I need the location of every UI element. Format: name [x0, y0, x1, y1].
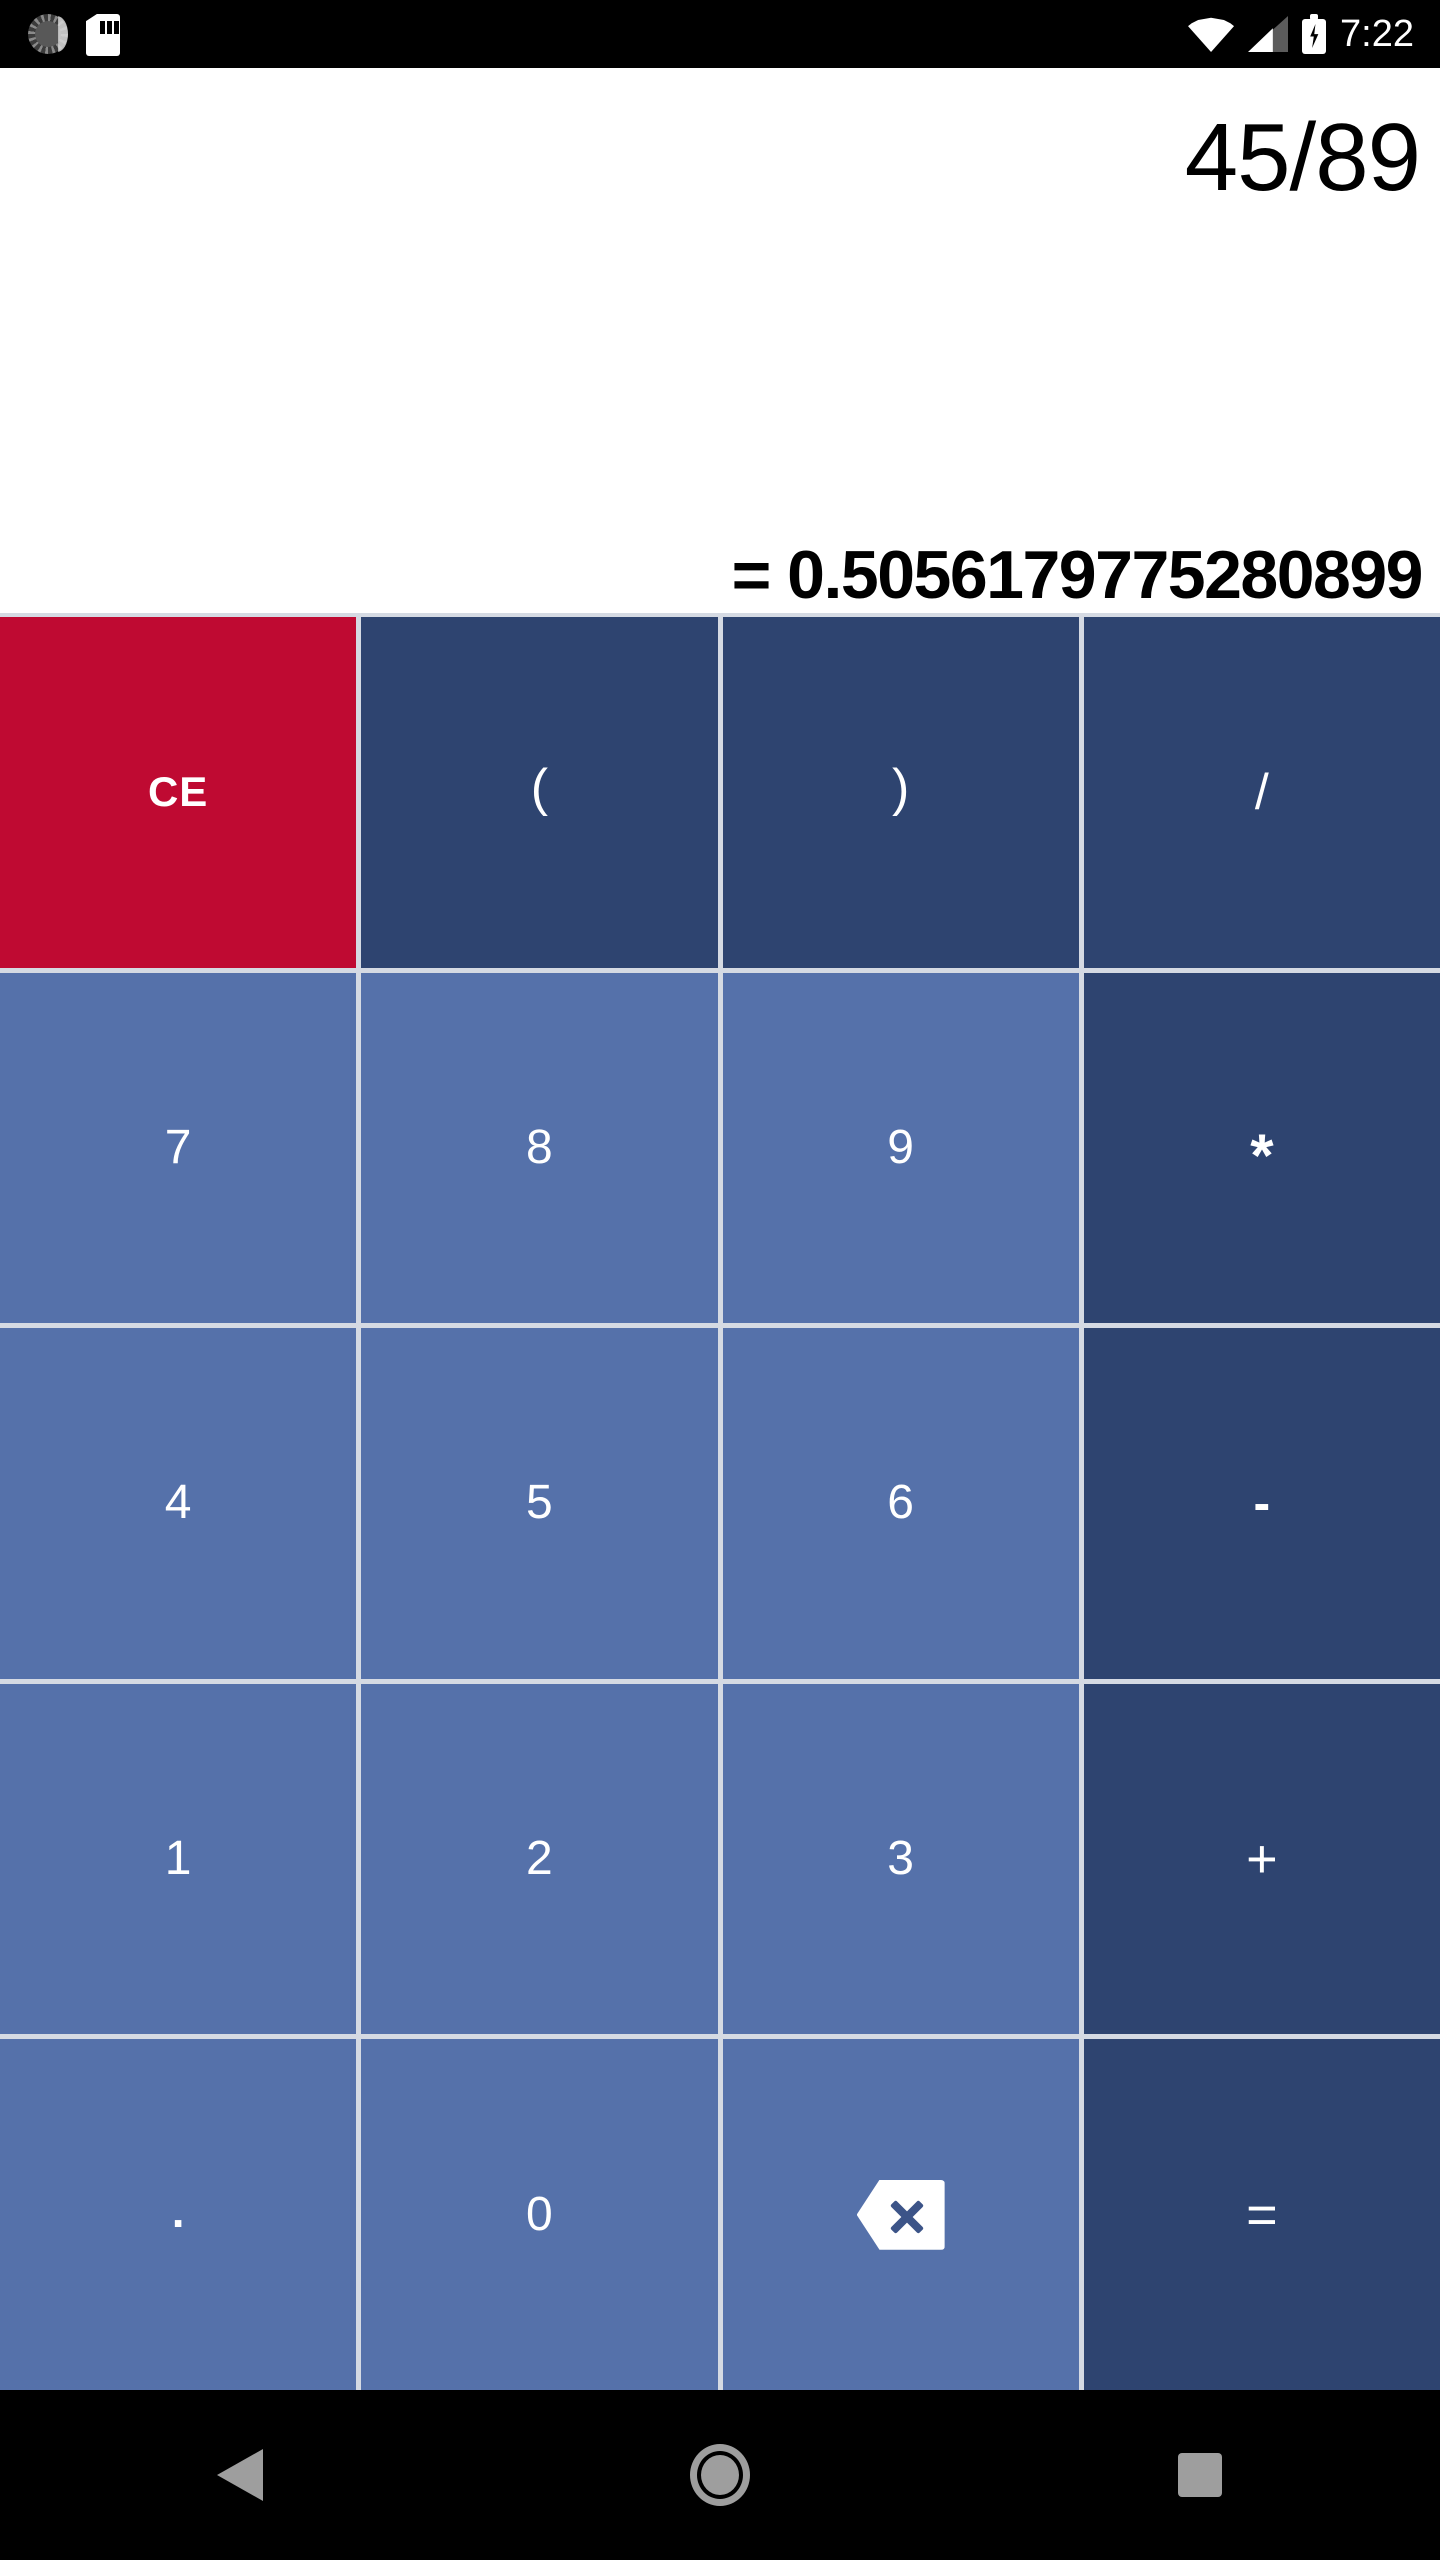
key-label: 5 — [526, 1476, 553, 1530]
key-decimal-point[interactable]: . — [0, 2039, 357, 2390]
cell-signal-icon — [1248, 16, 1289, 52]
key-close-paren[interactable]: ) — [722, 617, 1079, 968]
wifi-icon — [1188, 16, 1235, 52]
key-label: = — [1246, 2184, 1278, 2245]
key-label: 3 — [887, 1832, 914, 1886]
key-label: * — [1250, 1121, 1274, 1189]
keypad-grid: CE () / 7 8 9 * 4 5 6 - 1 2 3 +. 0 = — [0, 613, 1440, 2390]
key-divide[interactable]: / — [1083, 617, 1440, 968]
key-multiply[interactable]: * — [1083, 972, 1440, 1324]
key-open-paren[interactable]: ( — [361, 617, 718, 968]
back-triangle-icon — [217, 2449, 263, 2501]
key-digit-3[interactable]: 3 — [722, 1683, 1079, 2035]
key-equals[interactable]: = — [1083, 2039, 1440, 2390]
key-label: - — [1253, 1475, 1271, 1532]
key-label: 9 — [887, 1120, 914, 1174]
key-label: 7 — [164, 1120, 192, 1174]
key-label: / — [1254, 764, 1269, 821]
key-digit-8[interactable]: 8 — [361, 972, 718, 1324]
key-label: ( — [530, 759, 549, 818]
key-label: 1 — [164, 1832, 192, 1886]
calculator-display[interactable]: 45/89 = 0.5056179775280899 — [0, 68, 1440, 613]
recents-square-icon — [1178, 2453, 1222, 2497]
key-digit-7[interactable]: 7 — [0, 972, 357, 1324]
key-subtract[interactable]: - — [1083, 1328, 1440, 1679]
key-digit-0[interactable]: 0 — [361, 2039, 718, 2390]
status-bar-clock: 7:22 — [1340, 13, 1414, 55]
home-button[interactable] — [630, 2390, 810, 2560]
key-clear-entry[interactable]: CE — [0, 617, 357, 968]
result-text: = 0.5056179775280899 — [731, 536, 1424, 613]
android-navigation-bar — [0, 2390, 1440, 2560]
sd-card-icon — [86, 12, 120, 56]
key-add[interactable]: + — [1083, 1683, 1440, 2035]
key-label: 0 — [526, 2187, 553, 2241]
key-digit-4[interactable]: 4 — [0, 1328, 357, 1679]
key-digit-5[interactable]: 5 — [361, 1328, 718, 1679]
key-digit-9[interactable]: 9 — [722, 972, 1079, 1324]
home-circle-icon — [690, 2444, 750, 2506]
calculator-app-screen: 7:22 45/89 = 0.5056179775280899 CE () / 7 8 9… — [0, 0, 1440, 2560]
battery-charging-icon — [1302, 14, 1327, 54]
key-label: + — [1246, 1829, 1278, 1890]
key-label: 4 — [164, 1476, 192, 1530]
key-label: 6 — [887, 1476, 914, 1530]
key-label: ) — [891, 759, 910, 818]
key-backspace[interactable] — [722, 2039, 1079, 2390]
key-label: 2 — [526, 1832, 553, 1886]
status-bar-right-icons: 7:22 — [1188, 0, 1440, 68]
status-bar: 7:22 — [0, 0, 1440, 68]
key-digit-1[interactable]: 1 — [0, 1683, 357, 2035]
key-label: CE — [147, 768, 209, 816]
key-label: . — [171, 2184, 185, 2237]
backspace-icon — [856, 2179, 945, 2250]
status-bar-left-icons — [0, 12, 120, 56]
key-digit-2[interactable]: 2 — [361, 1683, 718, 2035]
key-digit-6[interactable]: 6 — [722, 1328, 1079, 1679]
back-button[interactable] — [150, 2390, 330, 2560]
expression-text: 45/89 — [1184, 104, 1421, 211]
recents-button[interactable] — [1110, 2390, 1290, 2560]
key-label: 8 — [526, 1120, 553, 1174]
sync-icon — [26, 12, 70, 56]
